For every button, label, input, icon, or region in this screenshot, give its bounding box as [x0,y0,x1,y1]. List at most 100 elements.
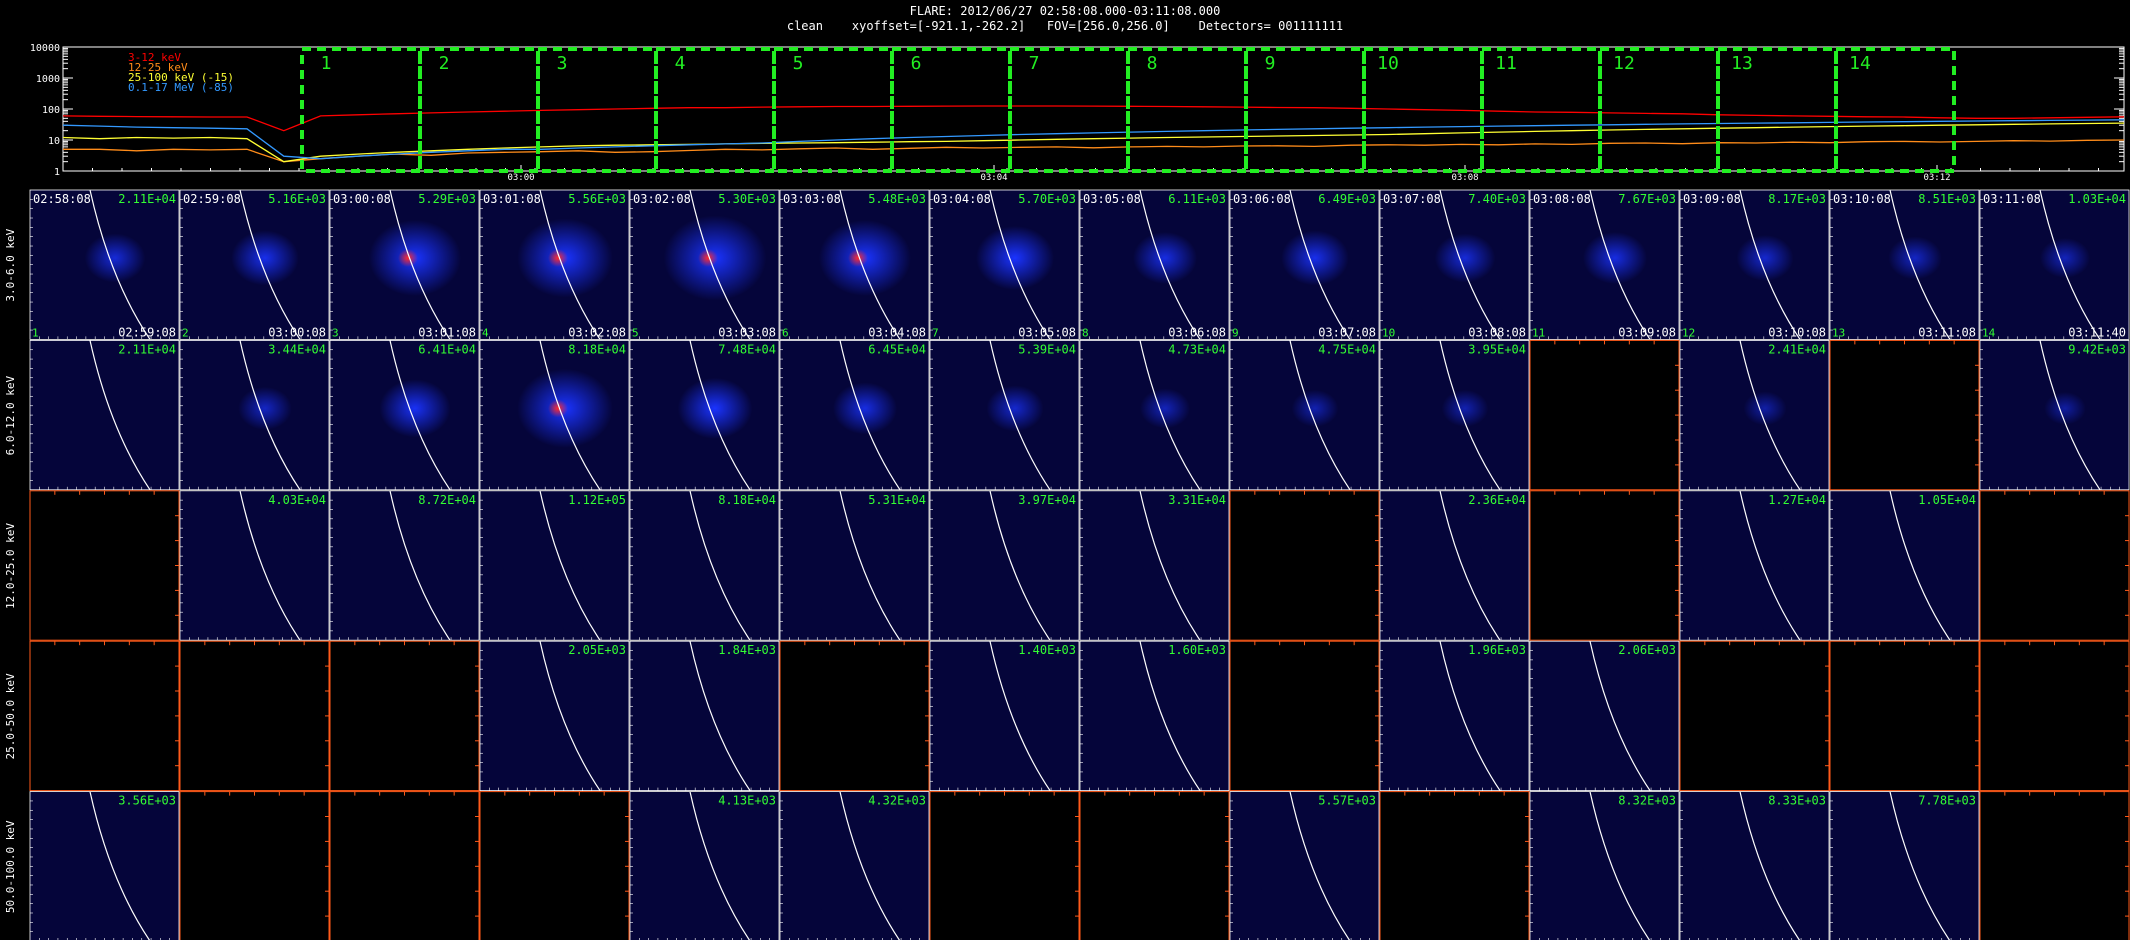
panel-max-value: 1.84E+03 [718,643,776,657]
panel-max-value: 6.45E+04 [868,342,926,356]
flare-source [1133,232,1197,284]
panel-max-value: 8.17E+03 [1768,192,1826,206]
flare-source [833,382,897,435]
flare-source [2044,392,2086,425]
panel-max-value: 9.42E+03 [2068,342,2126,356]
empty-panel [29,490,180,641]
panel-end-time: 03:04:08 [868,325,926,339]
panel-end-time: 03:03:08 [718,325,776,339]
empty-panel [1979,490,2130,641]
flare-core [698,249,718,267]
panel-max-value: 5.48E+03 [868,192,926,206]
image-panel [1379,640,1530,792]
panel-max-value: 1.40E+03 [1018,643,1076,657]
flare-core [398,249,418,267]
panel-interval-number: 8 [1082,326,1089,339]
panel-interval-number: 5 [632,326,639,339]
image-panel [1829,791,1980,940]
panel-start-time: 02:58:08 [33,192,91,206]
panel-max-value: 7.40E+03 [1468,192,1526,206]
panel-max-value: 3.56E+03 [118,794,176,808]
empty-panel [1829,339,1980,491]
panel-max-value: 2.06E+03 [1618,643,1676,657]
panel-end-time: 03:06:08 [1168,325,1226,339]
empty-panel [479,791,630,940]
panel-interval-number: 1 [32,326,39,339]
panel-max-value: 1.12E+05 [568,493,626,507]
panel-end-time: 03:11:40 [2068,325,2126,339]
panel-max-value: 3.95E+04 [1468,342,1526,356]
panel-start-time: 03:04:08 [933,192,991,206]
panel-max-value: 5.70E+03 [1018,192,1076,206]
panel-end-time: 03:09:08 [1618,325,1676,339]
panel-start-time: 02:59:08 [183,192,241,206]
panel-max-value: 8.72E+04 [418,493,476,507]
panel-interval-number: 4 [482,326,489,339]
image-panel [1379,490,1530,641]
panel-interval-number: 14 [1982,326,1996,339]
flare-source [1743,391,1787,426]
image-panel [329,490,480,641]
flare-source [231,230,299,286]
image-panel [929,490,1080,641]
empty-panel [1229,640,1380,792]
panel-max-value: 3.97E+04 [1018,493,1076,507]
panel-end-time: 03:02:08 [568,325,626,339]
energy-band-label: 6.0-12.0 keV [4,375,17,455]
panel-max-value: 5.30E+03 [718,192,776,206]
panel-start-time: 03:06:08 [1233,192,1291,206]
panel-end-time: 03:08:08 [1468,325,1526,339]
flare-core [548,249,568,267]
panel-max-value: 2.11E+04 [118,192,176,206]
flare-source [1583,232,1647,284]
image-panel [629,791,780,940]
flare-source [986,385,1044,432]
panel-start-time: 03:11:08 [1983,192,2041,206]
empty-panel [1229,490,1380,641]
image-panel [29,339,180,491]
flare-source [976,226,1054,290]
image-panel [1829,490,1980,641]
image-panel [1679,490,1830,641]
panel-max-value: 1.03E+04 [2068,192,2126,206]
panel-end-time: 03:10:08 [1768,325,1826,339]
flare-source [379,379,451,438]
empty-panel [1979,640,2130,792]
panel-end-time: 02:59:08 [118,325,176,339]
panel-start-time: 03:05:08 [1083,192,1141,206]
panel-interval-number: 9 [1232,326,1239,339]
panel-start-time: 03:02:08 [633,192,691,206]
panel-max-value: 7.67E+03 [1618,192,1676,206]
energy-band-label: 50.0-100.0 keV [4,820,17,913]
panel-interval-number: 2 [182,326,189,339]
panel-max-value: 8.32E+03 [1618,794,1676,808]
panel-max-value: 6.11E+03 [1168,192,1226,206]
panel-start-time: 03:08:08 [1533,192,1591,206]
panel-max-value: 5.29E+03 [418,192,476,206]
empty-panel [1979,791,2130,940]
panel-max-value: 4.73E+04 [1168,342,1226,356]
image-panel [1229,791,1380,940]
panel-max-value: 7.78E+03 [1918,794,1976,808]
panel-max-value: 3.44E+04 [268,342,326,356]
image-panel [479,490,630,641]
empty-panel [179,791,330,940]
empty-panel [779,640,930,792]
flare-source [1434,233,1496,283]
panel-start-time: 03:09:08 [1683,192,1741,206]
panel-max-value: 4.75E+04 [1318,342,1376,356]
panel-end-time: 03:01:08 [418,325,476,339]
panel-interval-number: 11 [1532,326,1545,339]
panel-interval-number: 10 [1382,326,1395,339]
image-panel [929,640,1080,792]
energy-band-label: 3.0-6.0 keV [4,228,17,301]
flare-source [1281,230,1349,286]
panel-start-time: 03:00:08 [333,192,391,206]
panel-start-time: 03:07:08 [1383,192,1441,206]
panel-max-value: 1.27E+04 [1768,493,1826,507]
panel-end-time: 03:05:08 [1018,325,1076,339]
empty-panel [329,791,480,940]
image-panel [29,791,180,940]
panel-end-time: 03:11:08 [1918,325,1976,339]
image-panel [1529,640,1680,792]
